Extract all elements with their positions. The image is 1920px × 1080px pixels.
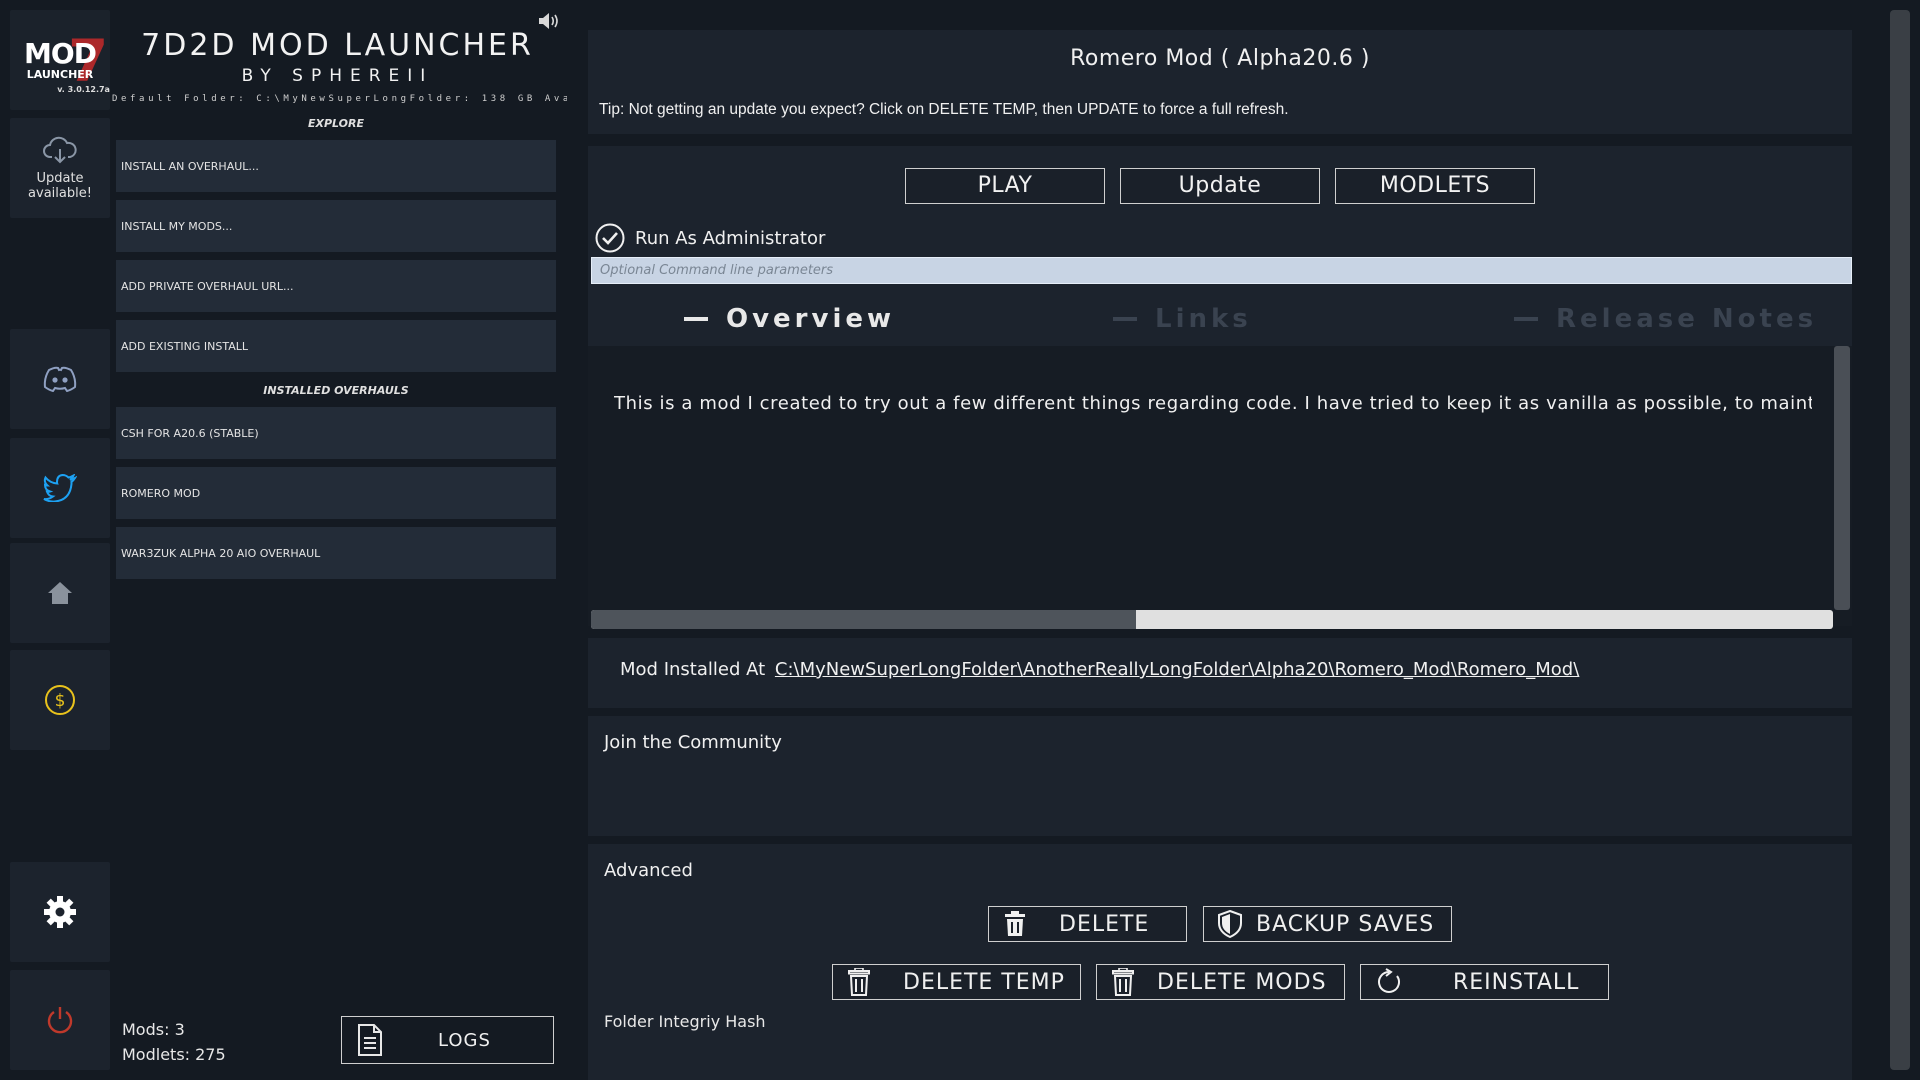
logs-label: LOGS	[438, 1029, 491, 1051]
home-icon	[48, 582, 72, 604]
tab-overview-marker	[684, 317, 708, 321]
installed-at-row: Mod Installed At C:\MyNewSuperLongFolder…	[620, 659, 1579, 680]
settings-button[interactable]	[10, 862, 110, 962]
tab-links-label: Links	[1155, 304, 1252, 334]
tab-release-notes-label: Release Notes	[1556, 304, 1818, 334]
explore-heading: EXPLORE	[307, 117, 364, 130]
delete-temp-label: DELETE TEMP	[903, 969, 1065, 995]
window-scrollbar[interactable]	[1890, 10, 1910, 1070]
install-my-mods-button[interactable]: INSTALL MY MODS...	[116, 200, 556, 252]
run-as-admin-checkbox[interactable]: Run As Administrator	[595, 223, 825, 253]
sound-toggle[interactable]	[538, 12, 560, 34]
delete-mods-label: DELETE MODS	[1157, 969, 1327, 995]
play-button[interactable]: PLAY	[905, 168, 1105, 204]
update-button[interactable]: Update	[1120, 168, 1320, 204]
run-as-admin-label: Run As Administrator	[635, 227, 826, 249]
app-title: 7D2D MOD LAUNCHER	[141, 28, 534, 63]
add-private-overhaul-button[interactable]: ADD PRIVATE OVERHAUL URL...	[116, 260, 556, 312]
home-button[interactable]	[10, 543, 110, 643]
document-icon	[358, 1024, 382, 1056]
default-folder-info: Default Folder: C:\MyNewSuperLongFolder:…	[112, 94, 567, 104]
advanced-card	[588, 844, 1852, 1080]
app-version: v. 3.0.12.7a	[57, 85, 110, 94]
mods-count: Mods: 3	[122, 1020, 185, 1039]
refresh-icon	[1378, 968, 1400, 993]
app-logo: 7 MOD LAUNCHER v. 3.0.12.7a	[10, 10, 110, 110]
backup-saves-button[interactable]: BACKUP SAVES	[1203, 906, 1452, 942]
community-heading: Join the Community	[604, 732, 782, 753]
folder-integrity-hash: Folder Integriy Hash	[604, 1012, 766, 1031]
trash-icon	[848, 968, 870, 996]
power-icon	[47, 1007, 73, 1034]
twitter-icon	[43, 474, 77, 502]
dollar-icon: $	[45, 685, 75, 715]
overview-horizontal-scroll-thumb[interactable]	[591, 610, 1136, 629]
logs-button[interactable]: LOGS	[341, 1016, 554, 1064]
gear-icon	[44, 896, 76, 928]
installed-item-war3zuk[interactable]: WAR3ZUK ALPHA 20 AIO OVERHAUL	[116, 527, 556, 579]
overview-vertical-scrollbar[interactable]	[1834, 346, 1850, 610]
overview-panel: This is a mod I created to try out a few…	[588, 346, 1852, 626]
trash-icon	[1005, 911, 1025, 936]
icon-rail: 7 MOD LAUNCHER v. 3.0.12.7a Update avail…	[0, 0, 120, 1080]
delete-temp-button[interactable]: DELETE TEMP	[832, 964, 1081, 1000]
twitter-button[interactable]	[10, 438, 110, 538]
overview-text: This is a mod I created to try out a few…	[614, 393, 1812, 414]
discord-button[interactable]	[10, 329, 110, 429]
app-subtitle: BY SPHEREII	[241, 66, 434, 86]
installed-at-label: Mod Installed At	[620, 659, 766, 680]
power-button[interactable]	[10, 970, 110, 1070]
add-existing-install-button[interactable]: ADD EXISTING INSTALL	[116, 320, 556, 372]
mod-stats: Mods: 3 Modlets: 275	[122, 1017, 226, 1067]
command-line-input[interactable]: Optional Command line parameters	[591, 257, 1852, 284]
delete-label: DELETE	[1059, 911, 1150, 937]
shield-icon	[1218, 910, 1242, 938]
mod-title: Romero Mod ( Alpha20.6 )	[1070, 46, 1370, 71]
tip-text: Tip: Not getting an update you expect? C…	[599, 101, 1289, 118]
trash-icon	[1112, 968, 1134, 996]
install-overhaul-button[interactable]: INSTALL AN OVERHAUL...	[116, 140, 556, 192]
speaker-icon	[539, 13, 558, 29]
tab-overview[interactable]: Overview	[684, 304, 895, 334]
delete-mods-button[interactable]: DELETE MODS	[1096, 964, 1345, 1000]
modlets-button[interactable]: MODLETS	[1335, 168, 1535, 204]
donate-button[interactable]: $	[10, 650, 110, 750]
tab-release-notes[interactable]: Release Notes	[1514, 304, 1817, 334]
discord-icon	[43, 366, 77, 392]
cloud-download-icon	[43, 136, 77, 164]
tab-links-marker	[1113, 317, 1137, 321]
delete-button[interactable]: DELETE	[988, 906, 1187, 942]
update-available-button[interactable]: Update available!	[10, 118, 110, 218]
tab-links[interactable]: Links	[1113, 304, 1252, 334]
tab-release-notes-marker	[1514, 317, 1538, 321]
logo-launcher-text: LAUNCHER	[26, 68, 94, 81]
logo-mod-text: MOD	[24, 37, 97, 70]
svg-text:$: $	[55, 691, 66, 711]
reinstall-button[interactable]: REINSTALL	[1360, 964, 1609, 1000]
installed-item-csh[interactable]: CSH FOR A20.6 (STABLE)	[116, 407, 556, 459]
installed-path-link[interactable]: C:\MyNewSuperLongFolder\AnotherReallyLon…	[775, 659, 1579, 680]
backup-saves-label: BACKUP SAVES	[1256, 911, 1435, 937]
tab-overview-label: Overview	[726, 304, 896, 334]
modlets-count: Modlets: 275	[122, 1045, 226, 1064]
reinstall-label: REINSTALL	[1453, 969, 1580, 995]
checkmark-circle-icon	[595, 223, 625, 253]
installed-overhauls-heading: INSTALLED OVERHAULS	[263, 384, 409, 397]
installed-item-romero[interactable]: ROMERO MOD	[116, 467, 556, 519]
navigation-panel: 7D2D MOD LAUNCHER BY SPHEREII Default Fo…	[110, 0, 567, 1080]
update-available-label: Update available!	[28, 171, 92, 201]
advanced-heading: Advanced	[604, 860, 693, 881]
